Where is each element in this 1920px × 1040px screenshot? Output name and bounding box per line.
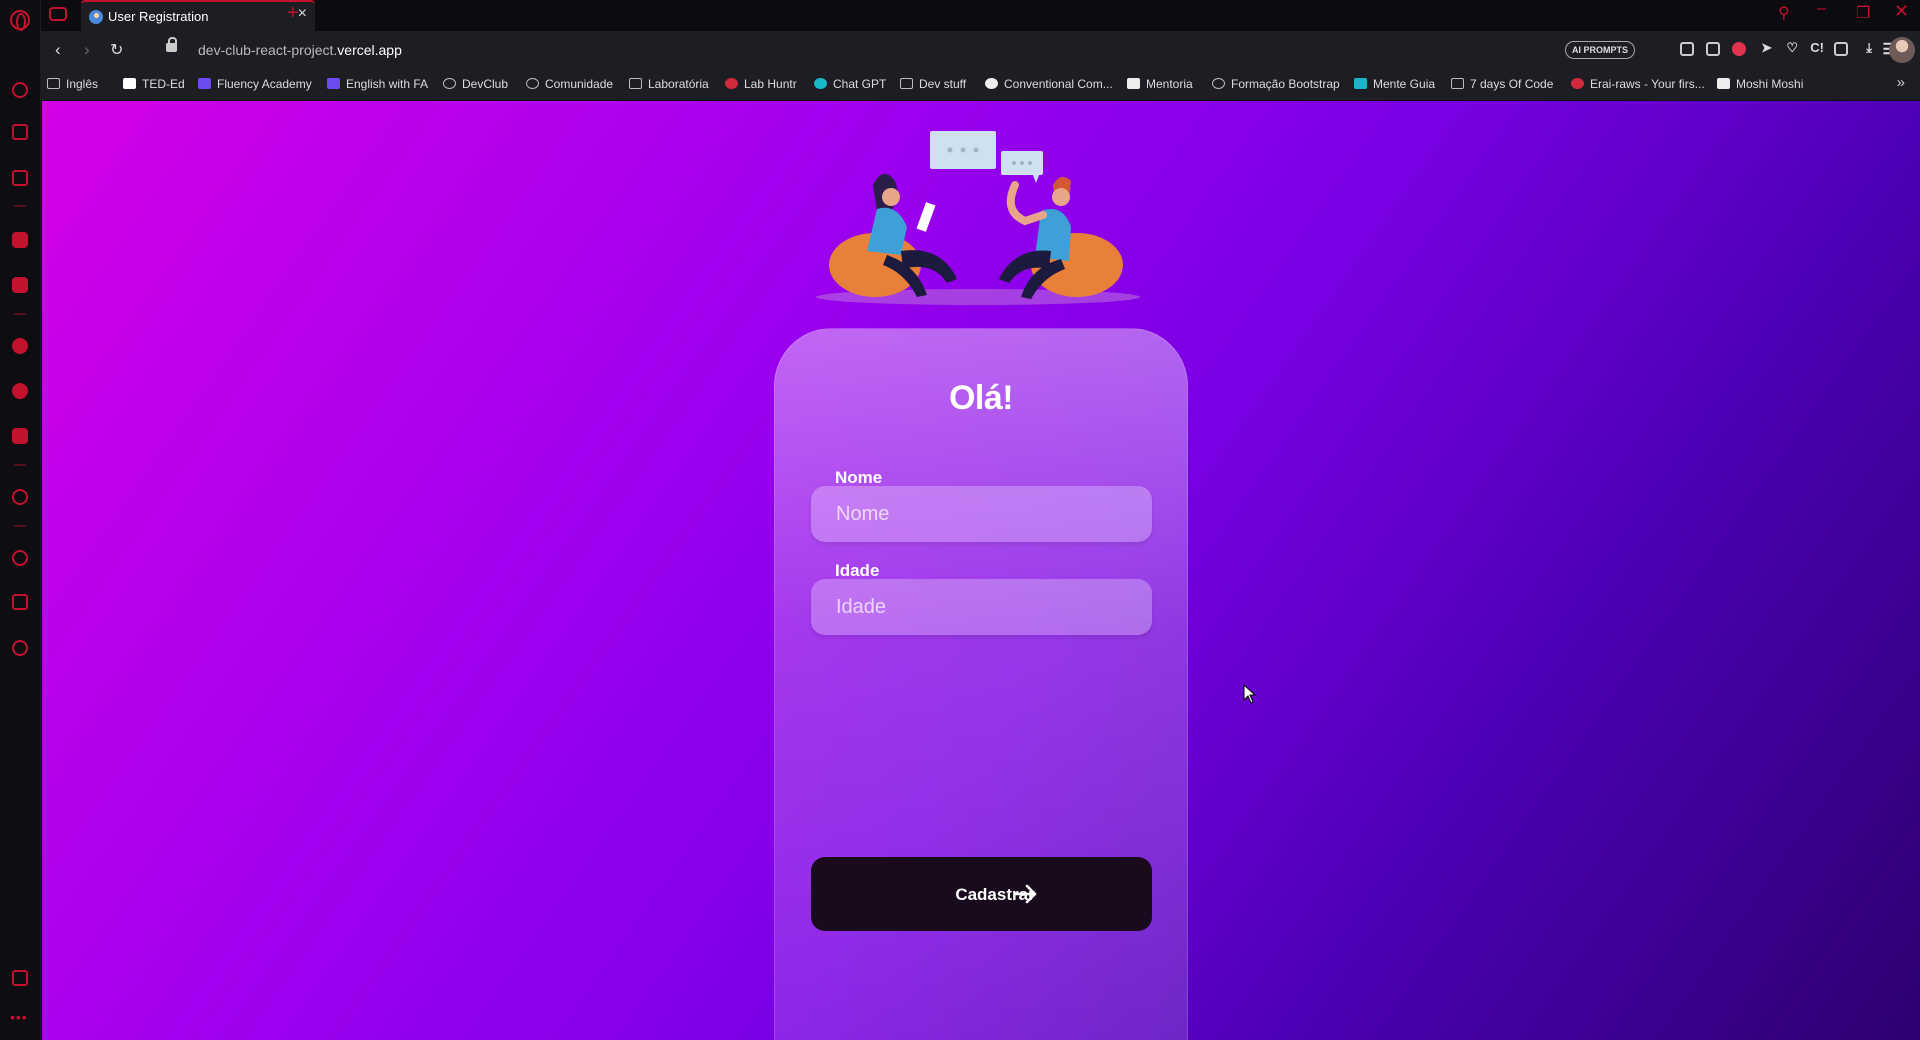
openai-icon [814, 78, 827, 89]
registration-card: Olá! Nome Idade Cadastrar [774, 328, 1188, 1040]
tab-title: User Registration [108, 9, 209, 24]
download-icon[interactable]: ⤓ [1866, 40, 1872, 56]
browser-sidebar: ••• [0, 0, 41, 1040]
url-field[interactable]: dev-club-react-project.vercel.app [198, 42, 402, 58]
camera-icon[interactable] [1706, 42, 1720, 56]
age-label: Idade [835, 561, 880, 580]
bookmark-formacao-bootstrap[interactable]: Formação Bootstrap [1212, 77, 1340, 91]
bookmarks-bar: Inglês TED-Ed Fluency Academy English wi… [41, 69, 1920, 101]
bookmark-conventional-com[interactable]: Conventional Com... [985, 77, 1113, 91]
devclub-icon [526, 78, 539, 89]
menteguia-icon [1354, 78, 1367, 89]
bookmark-mente-guia[interactable]: Mente Guia [1354, 77, 1435, 91]
gallery-icon[interactable] [12, 970, 28, 986]
window-controls: ⚲ – ❐ ✕ [1760, 0, 1920, 31]
forward-icon[interactable]: › [84, 40, 90, 60]
bookmark-7-days-of-code[interactable]: 7 days Of Code [1451, 77, 1553, 91]
extensions-cube-icon[interactable] [12, 594, 28, 610]
greeting-heading: Olá! [948, 379, 1014, 417]
page-icon [1717, 78, 1730, 89]
f-icon [198, 78, 211, 89]
instagram-icon[interactable] [12, 428, 28, 444]
bookmark-ingles[interactable]: Inglês [47, 77, 98, 91]
folder-icon [900, 78, 913, 89]
discord-icon[interactable] [12, 277, 28, 293]
sidebar-divider [14, 205, 26, 207]
page-viewport: Olá! Nome Idade Cadastrar [42, 101, 1920, 1040]
opera-logo-icon[interactable] [10, 10, 30, 31]
alura-icon [1212, 78, 1225, 89]
user-favicon-icon [89, 10, 103, 24]
ted-icon [123, 78, 136, 89]
extension-c-icon[interactable]: C! [1810, 40, 1824, 55]
bookmarks-overflow-icon[interactable]: » [1897, 74, 1905, 91]
name-label: Nome [835, 468, 883, 487]
lock-icon[interactable] [166, 37, 177, 52]
ai-prompts-button[interactable]: AI PROMPTS [1564, 41, 1635, 59]
bookmark-laboratoria[interactable]: Laboratória [629, 77, 709, 91]
minimize-icon[interactable]: – [1817, 0, 1826, 18]
address-bar: ‹ › ↻ dev-club-react-project.vercel.app … [41, 31, 1920, 69]
people-talking-illustration [816, 131, 1140, 305]
tab-close-icon[interactable]: × [298, 5, 307, 23]
close-window-icon[interactable]: ✕ [1894, 1, 1909, 22]
more-dots-icon[interactable]: ••• [10, 1010, 28, 1024]
question-icon [1451, 78, 1464, 89]
telegram-icon[interactable] [12, 383, 28, 399]
erai-icon [1571, 78, 1584, 89]
name-input[interactable] [811, 486, 1152, 542]
bookmark-moshi-moshi[interactable]: Moshi Moshi [1717, 77, 1803, 91]
tab-bar: User Registration × + ⚲ – ❐ ✕ [41, 0, 1920, 31]
search-tabs-icon[interactable]: ⚲ [1778, 3, 1790, 23]
bookmark-lab-huntr[interactable]: Lab Huntr [725, 77, 797, 91]
profile-avatar[interactable] [1889, 37, 1915, 63]
medium-icon [985, 78, 998, 89]
sidebar-divider [14, 313, 26, 315]
twitch-icon[interactable] [12, 232, 28, 248]
bookmark-fluency-academy[interactable]: Fluency Academy [198, 77, 312, 91]
register-button-label: Cadastrar [955, 885, 1035, 904]
bookmark-chat-gpt[interactable]: Chat GPT [814, 77, 886, 91]
gx-control-icon[interactable] [49, 7, 67, 21]
devclub-icon [443, 78, 456, 89]
bookmark-comunidade[interactable]: Comunidade [526, 77, 613, 91]
register-button[interactable]: Cadastrar [811, 857, 1152, 931]
huntr-icon [725, 78, 738, 89]
sidebar-divider [14, 525, 26, 527]
folder-icon [47, 78, 60, 89]
bookmark-erai-raws[interactable]: Erai-raws - Your firs... [1571, 77, 1705, 91]
bookmark-devclub[interactable]: DevClub [443, 77, 508, 91]
notion-icon [1127, 78, 1140, 89]
whatsapp-icon[interactable] [12, 338, 28, 354]
restore-icon[interactable]: ❐ [1856, 3, 1870, 23]
age-input[interactable] [811, 579, 1152, 635]
folder-icon [629, 78, 642, 89]
new-tab-plus-icon[interactable]: + [287, 2, 299, 25]
send-icon[interactable]: ➤ [1761, 40, 1772, 56]
shopping-bag-icon[interactable] [12, 124, 28, 140]
heart-icon[interactable]: ♡ [1786, 40, 1798, 56]
tab-active[interactable]: User Registration × [81, 0, 315, 31]
settings-gear-icon[interactable] [12, 640, 28, 656]
player-icon[interactable] [12, 489, 28, 505]
speed-dial-icon[interactable] [12, 82, 28, 98]
arrow-right-icon [1014, 884, 1037, 904]
bookmark-ted-ed[interactable]: TED-Ed [123, 77, 185, 91]
sidebar-divider [14, 464, 26, 466]
reload-icon[interactable]: ↻ [110, 40, 123, 60]
vpn-shield-icon[interactable] [1732, 42, 1746, 56]
bookmark-mentoria[interactable]: Mentoria [1127, 77, 1193, 91]
news-icon[interactable] [12, 170, 28, 186]
back-icon[interactable]: ‹ [55, 40, 61, 60]
history-icon[interactable] [12, 550, 28, 566]
bookmark-dev-stuff[interactable]: Dev stuff [900, 77, 966, 91]
extensions-cube-icon[interactable] [1834, 42, 1848, 56]
edit-icon[interactable] [1680, 42, 1694, 56]
mouse-cursor-icon [1243, 684, 1257, 704]
f-icon [327, 78, 340, 89]
bookmark-english-with-fa[interactable]: English with FA [327, 77, 428, 91]
